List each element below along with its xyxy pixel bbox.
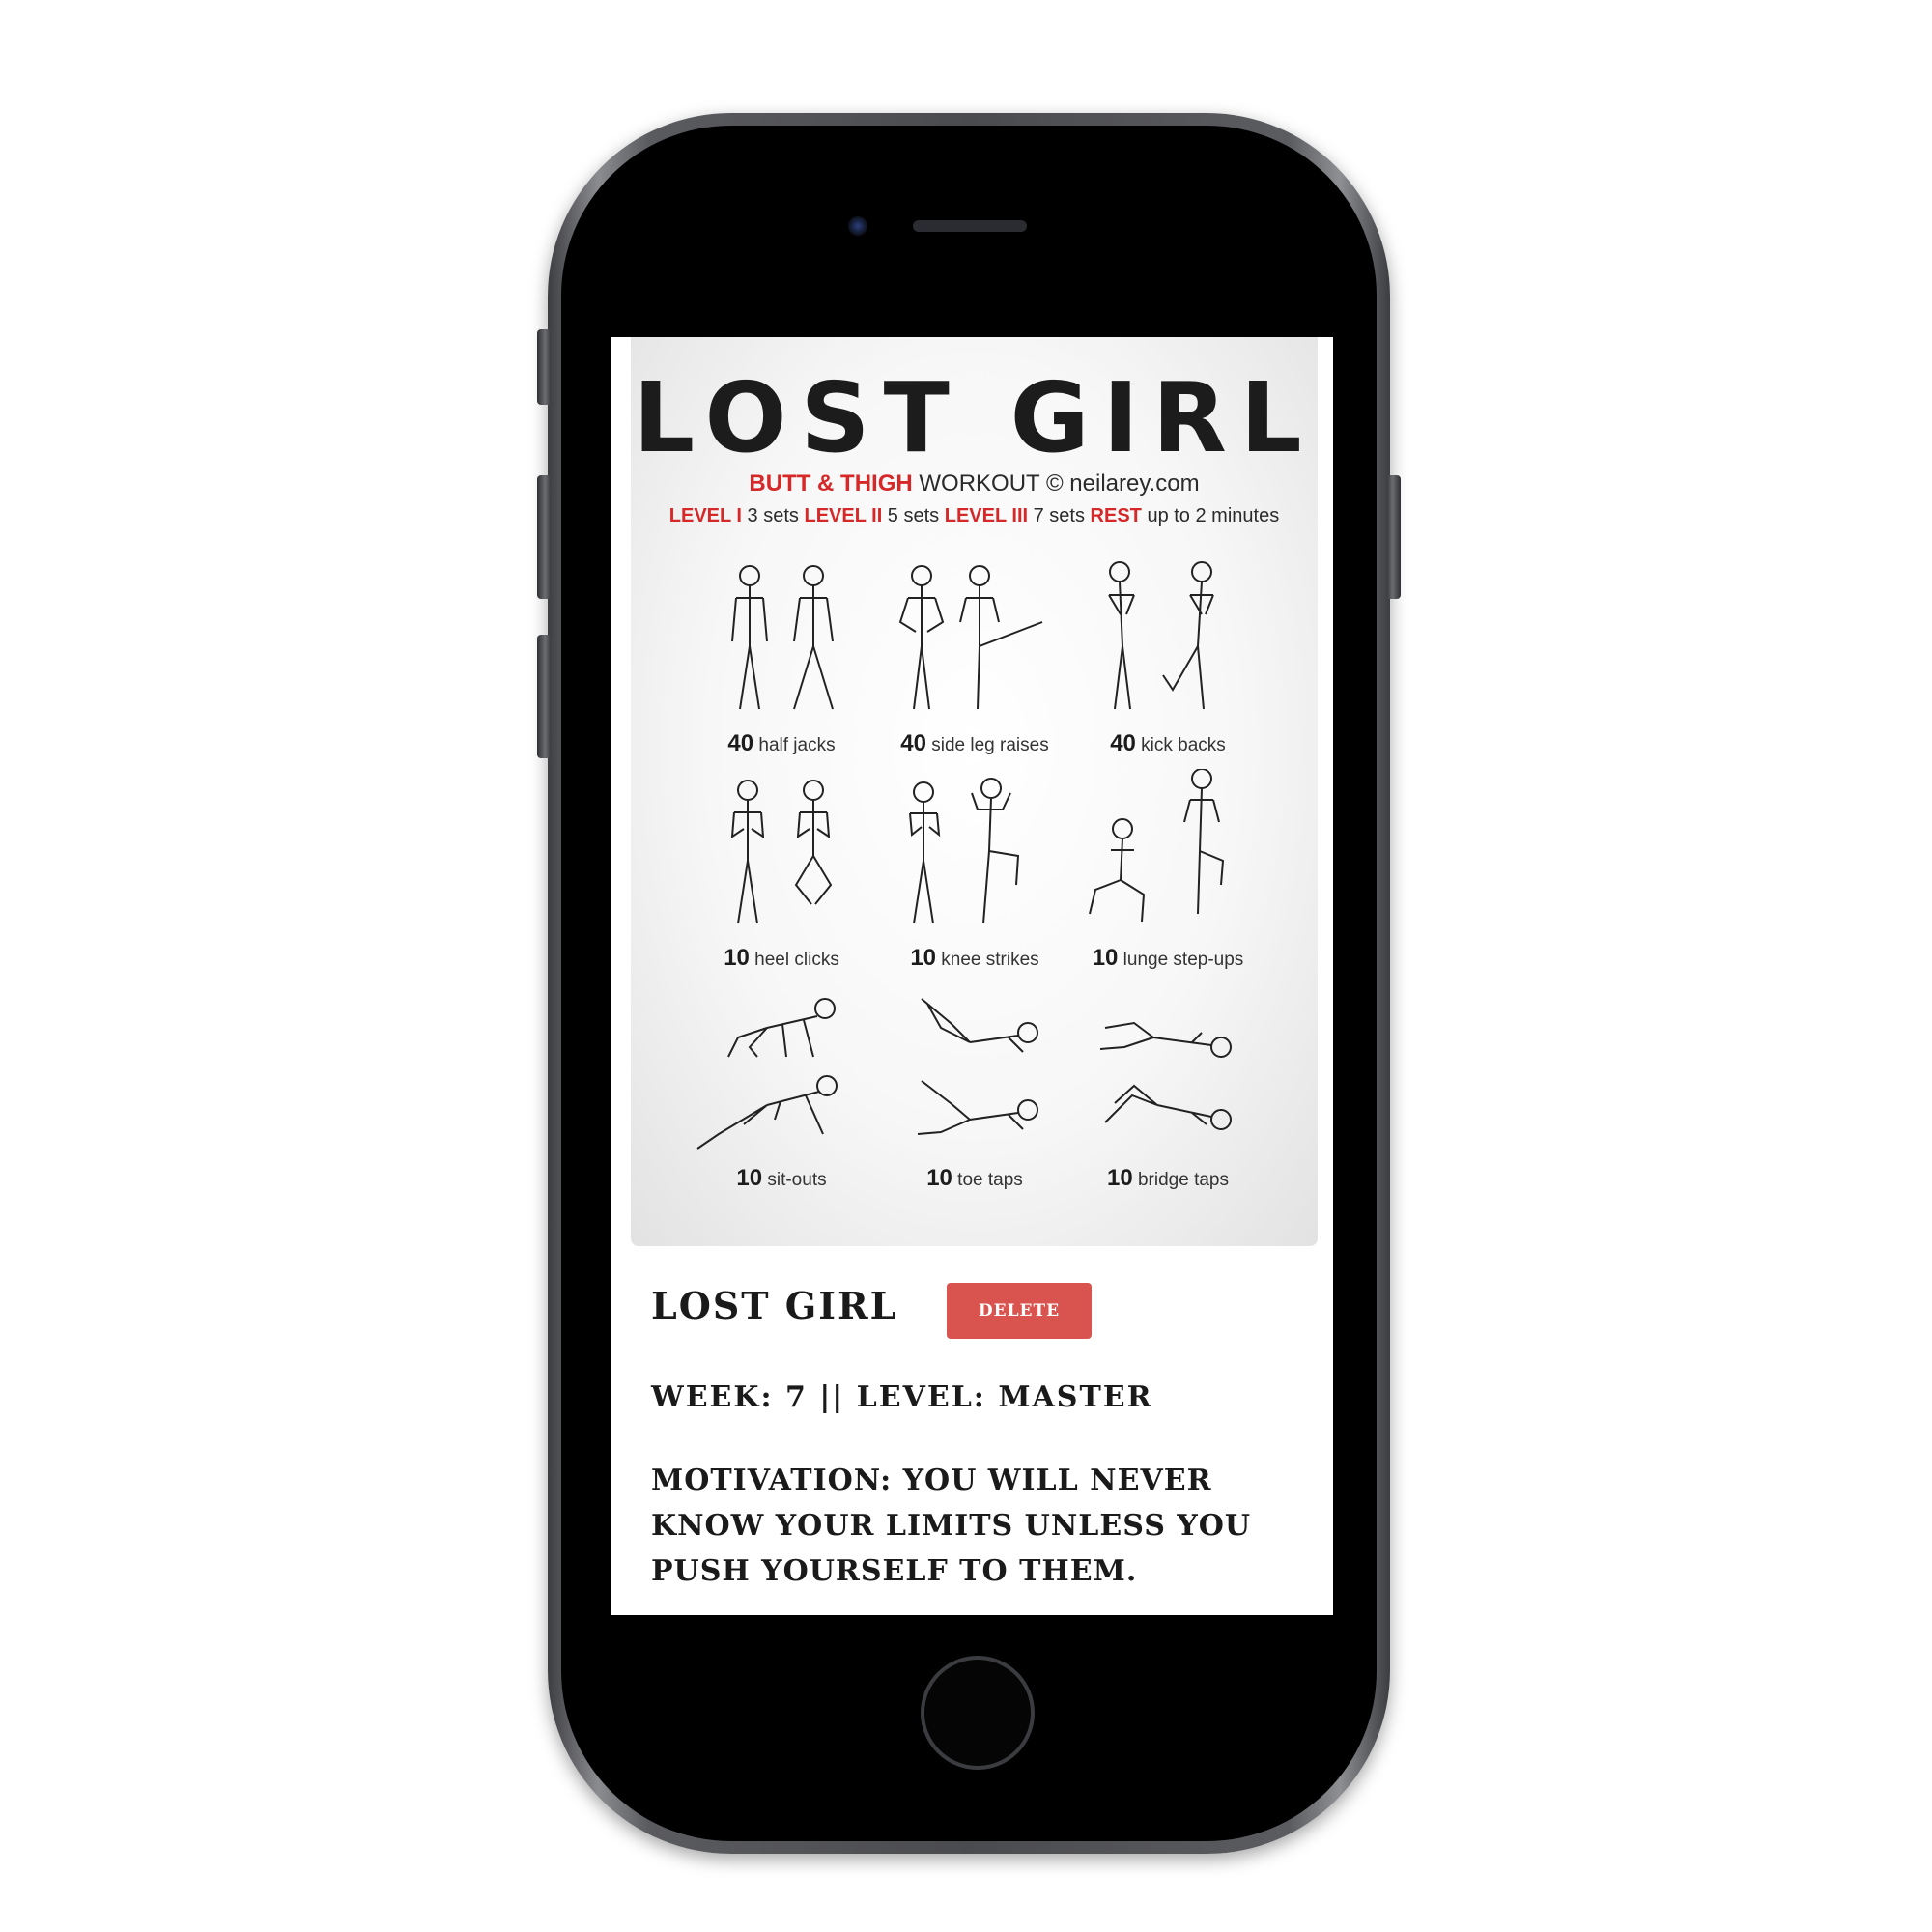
level-value: 5 sets — [882, 505, 945, 526]
exercise-card: 10 heel clicks — [690, 769, 873, 972]
exercise-figure-icon — [1089, 769, 1225, 923]
level-value: 7 sets — [1028, 505, 1091, 526]
exercise-figure-icon — [730, 780, 833, 924]
exercise-label: 40 half jacks — [727, 730, 836, 756]
exercise-card: 10 bridge taps — [1076, 989, 1260, 1192]
exercise-card: 10 lunge step-ups — [1076, 769, 1260, 972]
volume-down-button — [537, 635, 551, 758]
poster-title: LOST GIRL — [633, 361, 1316, 474]
motivation-text: MOTIVATION: YOU WILL NEVER KNOW YOUR LIM… — [651, 1463, 1252, 1588]
workout-title: LOST GIRL — [651, 1284, 898, 1327]
exercise-card: 10 knee strikes — [883, 769, 1066, 972]
exercise-card: 40 kick backs — [1076, 554, 1260, 757]
exercise-label: 10 toe taps — [926, 1165, 1023, 1191]
level-label: LEVEL I — [668, 505, 742, 526]
power-button — [1387, 475, 1401, 599]
level-label: LEVEL III — [944, 505, 1029, 526]
exercise-card: 40 side leg raises — [883, 554, 1066, 757]
mute-switch — [537, 329, 551, 405]
exercise-card: 40 half jacks — [690, 554, 873, 757]
poster-subtitle: BUTT & THIGH WORKOUT © neilarey.com — [631, 470, 1318, 497]
exercise-label: 10 sit-outs — [736, 1165, 827, 1191]
home-button[interactable] — [921, 1656, 1035, 1770]
delete-button[interactable]: DELETE — [947, 1283, 1092, 1339]
exercise-figure-icon — [909, 778, 1020, 924]
exercise-label: 10 heel clicks — [724, 945, 839, 971]
volume-up-button — [537, 475, 551, 599]
exercise-figure-icon — [917, 998, 1038, 1135]
level-value: 3 sets — [742, 505, 805, 526]
exercise-figure-icon — [898, 565, 1043, 710]
exercise-label: 40 side leg raises — [900, 730, 1049, 756]
exercise-label: 40 kick backs — [1110, 730, 1226, 756]
front-camera — [848, 216, 867, 236]
poster-subtitle-focus: BUTT & THIGH — [749, 470, 913, 497]
earpiece-speaker — [913, 220, 1027, 232]
exercise-figure-icon — [1108, 561, 1214, 710]
week-level-text: WEEK: 7 || LEVEL: MASTER — [651, 1380, 1153, 1414]
exercise-label: 10 knee strikes — [910, 945, 1039, 971]
exercise-figure-icon — [731, 565, 834, 710]
workout-poster-image: LOST GIRL BUTT & THIGH WORKOUT © neilare… — [631, 337, 1318, 1246]
rest-label: REST — [1090, 505, 1142, 526]
poster-subtitle-credit: WORKOUT © neilarey.com — [912, 470, 1200, 497]
poster-levels: LEVEL I 3 sets LEVEL II 5 sets LEVEL III… — [631, 505, 1318, 527]
rest-value: up to 2 minutes — [1141, 505, 1280, 526]
exercise-label: 10 bridge taps — [1107, 1165, 1229, 1191]
exercise-figure-icon — [696, 998, 838, 1150]
exercise-label: 10 lunge step-ups — [1092, 945, 1244, 971]
app-screen: LOST GIRL BUTT & THIGH WORKOUT © neilare… — [611, 337, 1333, 1615]
exercise-card: 10 sit-outs — [690, 989, 873, 1192]
exercise-figure-icon — [1099, 1021, 1232, 1130]
level-label: LEVEL II — [804, 505, 883, 526]
exercise-card: 10 toe taps — [883, 989, 1066, 1192]
